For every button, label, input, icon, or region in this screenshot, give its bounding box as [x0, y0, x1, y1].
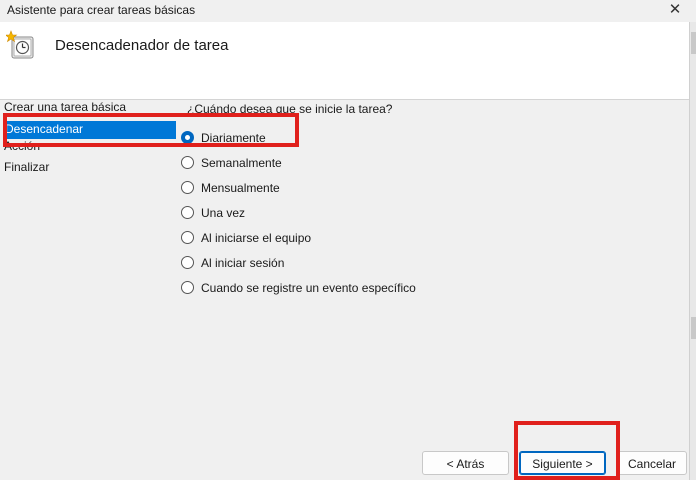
radio-button[interactable]	[181, 181, 194, 194]
trigger-question: ¿Cuándo desea que se inicie la tarea?	[187, 102, 393, 116]
radio-button[interactable]	[181, 156, 194, 169]
step-accion: Acción	[4, 139, 41, 153]
radio-button[interactable]	[181, 206, 194, 219]
option-label: Mensualmente	[201, 180, 280, 195]
step-crear-tarea: Crear una tarea básica	[4, 100, 127, 114]
option-label: Al iniciarse el equipo	[201, 230, 312, 245]
next-button[interactable]: Siguiente >	[519, 451, 606, 475]
option-label: Cuando se registre un evento específico	[201, 280, 416, 295]
option-label: Diariamente	[201, 130, 266, 145]
radio-button-checked[interactable]	[181, 131, 194, 144]
option-semanalmente[interactable]: Semanalmente	[181, 150, 416, 175]
option-label: Semanalmente	[201, 155, 282, 170]
step-desencadenar: Desencadenar	[4, 121, 176, 139]
option-una-vez[interactable]: Una vez	[181, 200, 416, 225]
window-title: Asistente para crear tareas básicas	[7, 3, 196, 17]
radio-button[interactable]	[181, 231, 194, 244]
step-finalizar: Finalizar	[4, 160, 50, 174]
option-al-iniciar-sesion[interactable]: Al iniciar sesión	[181, 250, 416, 275]
task-wizard-window: Asistente para crear tareas básicas ✕ De…	[0, 0, 696, 480]
option-evento-especifico[interactable]: Cuando se registre un evento específico	[181, 275, 416, 300]
scrollbar[interactable]	[689, 22, 696, 480]
option-label: Una vez	[201, 205, 246, 220]
scrollbar-mark	[691, 317, 696, 339]
title-bar: Asistente para crear tareas básicas ✕	[0, 0, 696, 22]
radio-button[interactable]	[181, 281, 194, 294]
trigger-options: Diariamente Semanalmente Mensualmente Un…	[181, 125, 416, 300]
wizard-header: Desencadenador de tarea	[0, 22, 689, 100]
back-button[interactable]: < Atrás	[422, 451, 509, 475]
cancel-button[interactable]: Cancelar	[617, 451, 687, 475]
scrollbar-mark	[691, 32, 696, 54]
task-scheduler-clock-icon	[4, 30, 36, 60]
option-mensualmente[interactable]: Mensualmente	[181, 175, 416, 200]
option-label: Al iniciar sesión	[201, 255, 285, 270]
page-title: Desencadenador de tarea	[55, 37, 229, 54]
close-icon[interactable]: ✕	[664, 0, 686, 20]
option-al-iniciarse-equipo[interactable]: Al iniciarse el equipo	[181, 225, 416, 250]
radio-button[interactable]	[181, 256, 194, 269]
wizard-steps: Crear una tarea básica Desencadenar Acci…	[4, 100, 176, 181]
option-diariamente[interactable]: Diariamente	[181, 125, 416, 150]
